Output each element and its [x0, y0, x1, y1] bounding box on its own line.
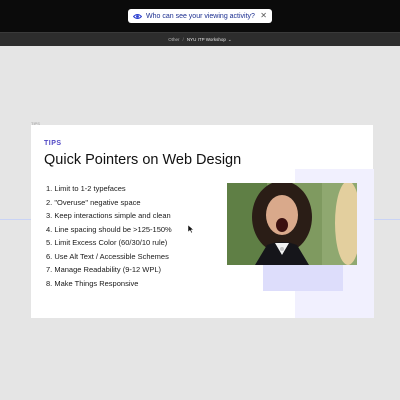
mouse-cursor-icon — [187, 220, 195, 234]
list-item: 1. Limit to 1-2 typefaces — [46, 184, 126, 193]
list-item: 8. Make Things Responsive — [46, 278, 139, 288]
list-item: 6. Use Alt Text / Accessible Schemes — [46, 251, 169, 261]
eye-icon — [133, 12, 142, 21]
close-icon[interactable]: ✕ — [260, 12, 267, 20]
screaming-woman-image — [227, 183, 357, 265]
list-item: 2. "Overuse" negative space — [46, 197, 141, 207]
list-item: 7. Manage Readability (9-12 WPL) — [46, 265, 162, 274]
breadcrumb-separator: / — [182, 37, 184, 42]
chevron-down-icon[interactable]: ⌄ — [228, 37, 232, 43]
list-item: 5. Limit Excess Color (60/30/10 rule) — [46, 238, 168, 247]
list-item: 4. Line spacing should be >125-150% — [46, 224, 172, 234]
list-item: 3. Keep interactions simple and clean — [46, 211, 171, 220]
viewing-activity-notification[interactable]: Who can see your viewing activity? ✕ — [128, 9, 272, 23]
top-bar: Who can see your viewing activity? ✕ — [0, 0, 400, 32]
slide-frame[interactable]: TIPS Quick Pointers on Web Design 1. Lim… — [31, 125, 374, 318]
slide-title: Quick Pointers on Web Design — [44, 152, 242, 168]
tips-list: 1. Limit to 1-2 typefaces 2. "Overuse" n… — [46, 182, 172, 290]
slide-tag: TIPS — [44, 140, 62, 147]
breadcrumb-current-file[interactable]: NYU ITP Workshop — [187, 37, 226, 42]
file-toolbar: Other / NYU ITP Workshop ⌄ — [0, 32, 400, 46]
breadcrumb-parent[interactable]: Other — [168, 37, 179, 42]
notification-text: Who can see your viewing activity? — [146, 12, 255, 20]
